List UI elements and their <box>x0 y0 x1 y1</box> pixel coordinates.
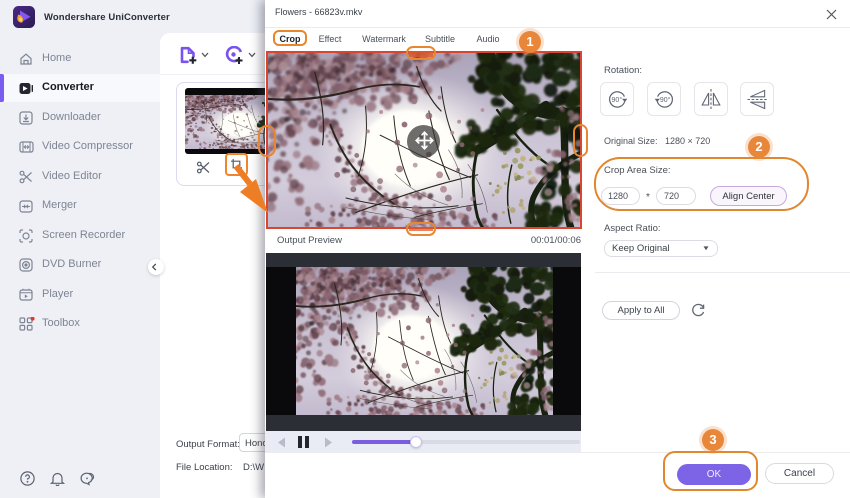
svg-text:90°: 90° <box>660 96 671 104</box>
svg-text:90°: 90° <box>612 96 623 104</box>
